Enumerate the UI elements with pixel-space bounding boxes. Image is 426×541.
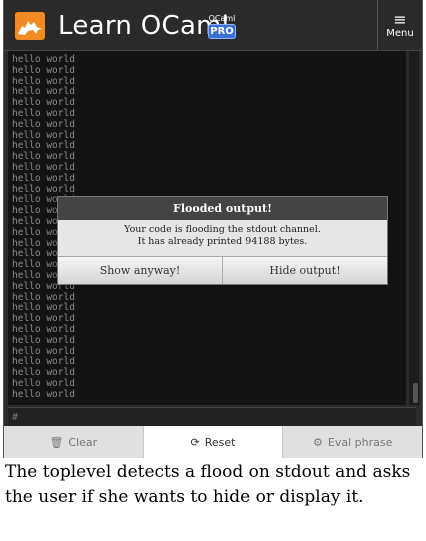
header: Learn OCaml OCaml PRO ≡ Menu (4, 0, 422, 51)
menu-button[interactable]: ≡ Menu (377, 0, 422, 50)
output-line: hello world (12, 118, 75, 130)
output-scrollbar[interactable] (409, 51, 419, 405)
show-anyway-button[interactable]: Show anyway! (58, 257, 222, 284)
badge-ocaml-label: OCaml (208, 14, 236, 23)
prompt-bar (8, 407, 416, 426)
gear-icon: ⚙ (313, 435, 323, 449)
hide-output-button[interactable]: Hide output! (222, 257, 387, 284)
dialog-title: Flooded output! (58, 197, 387, 220)
reset-label: Reset (204, 435, 236, 449)
figure-caption: The toplevel detects a flood on stdout a… (5, 462, 411, 507)
app-frame: Learn OCaml OCaml PRO ≡ Menu hello world… (3, 0, 423, 458)
dialog-message: Your code is flooding the stdout channel… (58, 220, 387, 256)
trash-icon: 🗑 (49, 435, 64, 449)
badge-pro-label: PRO (208, 24, 236, 39)
camel-icon (15, 12, 45, 40)
hamburger-icon: ≡ (393, 10, 407, 29)
eval-label: Eval phrase (327, 435, 393, 449)
app-title: Learn OCaml (58, 11, 230, 41)
clear-label: Clear (68, 435, 98, 449)
output-line: hello world (12, 334, 75, 346)
output-line: hello world (12, 64, 75, 76)
dialog-message-line-1: Your code is flooding the stdout channel… (124, 224, 321, 235)
scrollbar-thumb[interactable] (413, 383, 418, 403)
reset-button[interactable]: ⟳ Reset (143, 426, 284, 458)
flood-dialog: Flooded output! Your code is flooding th… (57, 196, 388, 285)
pro-badge: OCaml PRO (208, 14, 236, 39)
toplevel-input[interactable] (8, 408, 412, 426)
output-line: hello world (12, 172, 75, 184)
eval-phrase-button[interactable]: ⚙ Eval phrase (283, 426, 422, 458)
toolbar: 🗑 Clear ⟳ Reset ⚙ Eval phrase (4, 426, 422, 458)
refresh-icon: ⟳ (190, 435, 200, 449)
dialog-actions: Show anyway! Hide output! (58, 256, 387, 284)
clear-button[interactable]: 🗑 Clear (4, 426, 144, 458)
output-line: hello world (12, 388, 75, 400)
dialog-message-line-2: It has already printed 94188 bytes. (137, 236, 308, 247)
menu-label: Menu (386, 28, 414, 39)
